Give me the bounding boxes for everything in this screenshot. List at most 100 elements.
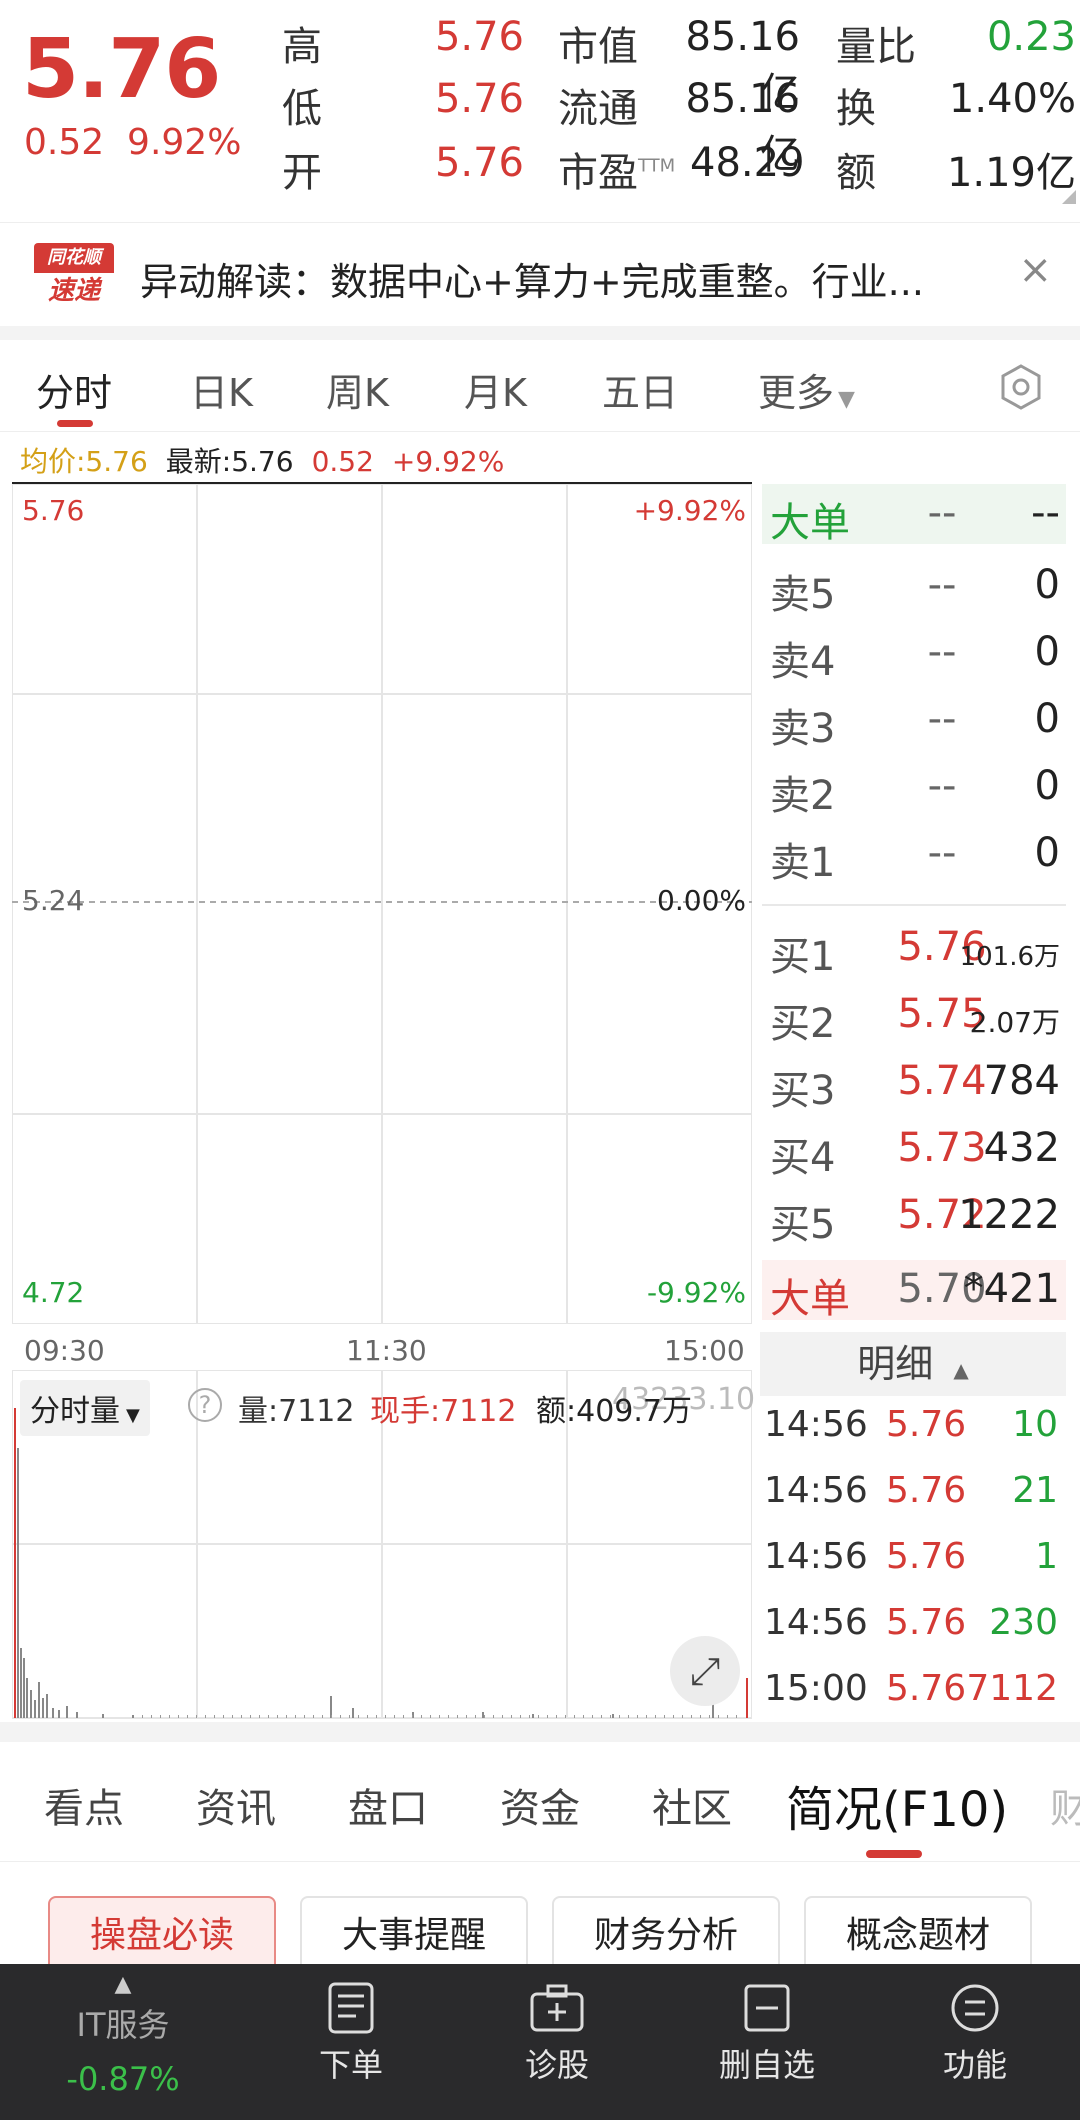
low-value: 5.76 [434,76,524,122]
axis-bottom-pct: -9.92% [646,1276,746,1309]
tab-five-day[interactable]: 五日 [602,362,678,417]
trade-detail-header[interactable]: 明细 ▲ [760,1332,1066,1396]
volume-bar [46,1694,48,1718]
volume-bar [520,1715,521,1718]
volume-bar [466,1715,467,1718]
nav-order[interactable]: 下单 [276,1982,426,2086]
pe-ttm: TTM [638,155,676,177]
expand-icon[interactable]: ⤢ [670,1636,740,1706]
volume-bar [151,1715,152,1718]
volume-bar [30,1690,32,1718]
tab-monthly-k[interactable]: 月K [464,362,527,417]
settings-icon[interactable] [996,362,1046,412]
trade-time: 14:56 [764,1602,868,1643]
volume-bar [205,1715,206,1718]
volume-bar [385,1715,386,1718]
sell-label: 卖4 [770,639,836,685]
nav-remove-watchlist[interactable]: 删自选 [692,1982,842,2086]
volume-bar [322,1715,323,1718]
tab-daily-k[interactable]: 日K [190,362,253,417]
axis-top-pct: +9.92% [633,494,746,527]
buy-row: 买2 5.75 2.07万 [762,985,1066,1047]
news-text[interactable]: 异动解读：数据中心+算力+完成重整。行业... [140,251,924,306]
tab-news[interactable]: 资讯 [196,1776,276,1834]
trade-time: 15:00 [764,1668,868,1709]
volume-bar [457,1715,458,1718]
volume-bar [403,1715,404,1718]
tab-community[interactable]: 社区 [652,1776,732,1834]
volume-bar [20,1648,22,1718]
tab-intraday[interactable]: 分时 [36,362,112,417]
help-icon[interactable]: ? [188,1388,222,1422]
trade-volume: 1 [1035,1536,1058,1577]
volume-bar [367,1715,368,1718]
volume-bar [160,1715,161,1718]
trade-row: 15:00 5.76 7112 [760,1668,1066,1728]
volume-bar [26,1678,28,1718]
time-label-close: 15:00 [664,1334,745,1367]
nav-sector[interactable]: ▲ IT服务 -0.87% [48,1974,198,2099]
tab-more[interactable]: 更多 ▼ [758,362,855,417]
volratio-label: 量比 [836,24,916,70]
nav-functions[interactable]: 功能 [900,1982,1050,2086]
buy-volume: 784 [983,1058,1060,1104]
trade-volume: 7112 [966,1668,1058,1709]
volume-bar [439,1715,440,1718]
axis-mid-pct: 0.00% [657,884,746,917]
low-label: 低 [282,86,322,132]
volume-bar [448,1715,449,1718]
pe-label: 市盈TTM [558,150,676,196]
volume-bar [511,1715,512,1718]
volratio-value: 0.23 [986,14,1076,60]
tab-handicap[interactable]: 盘口 [348,1776,428,1834]
info-change-pct: +9.92% [391,445,505,478]
sell-row: 卖2 -- 0 [762,757,1066,819]
tab-finance-partial[interactable]: 财 [1050,1776,1080,1834]
volume-bar [565,1715,566,1718]
buy-label: 买3 [770,1068,836,1114]
volume-total: 量:7112 [238,1394,355,1429]
trade-time: 14:56 [764,1470,868,1511]
volume-bar [475,1715,476,1718]
volume-bar [646,1715,647,1718]
buy-volume: 432 [983,1125,1060,1171]
tab-highlights[interactable]: 看点 [44,1776,124,1834]
change-amount: 0.52 [24,122,105,163]
nav-diagnose[interactable]: 诊股 [482,1982,632,2086]
time-label-mid: 11:30 [346,1334,427,1367]
volume-bar [619,1715,620,1718]
open-label: 开 [282,150,322,196]
news-banner[interactable]: 同花顺 速递 异动解读：数据中心+算力+完成重整。行业... × [0,222,1080,326]
volume-bar [682,1715,683,1718]
divider [0,326,1080,340]
quote-header: 5.76 0.52 9.92% 高 5.76 低 5.76 开 5.76 市值 … [0,0,1080,220]
volume-bar [277,1715,278,1718]
axis-bottom-price: 4.72 [22,1276,85,1309]
sell-volume: 0 [1034,763,1060,809]
volume-bar [358,1715,359,1718]
sell-price: -- [927,763,957,809]
trade-detail-title: 明细 [857,1342,934,1386]
chart-tabs: 分时 日K 周K 月K 五日 更多 ▼ [0,340,1080,432]
tab-funds[interactable]: 资金 [500,1776,580,1834]
volume-bar [628,1715,629,1718]
trade-price: 5.76 [886,1404,967,1445]
intraday-chart[interactable]: 5.76 +9.92% 5.24 0.00% 4.72 -9.92% [11,483,753,1325]
tab-weekly-k[interactable]: 周K [326,362,389,417]
volume-bar [14,1408,16,1718]
sell-volume: 0 [1034,696,1060,742]
tab-indicator [866,1850,922,1858]
tab-profile-f10[interactable]: 简况(F10) [786,1770,1008,1840]
sell-price: -- [927,629,957,675]
volume-bar [187,1715,188,1718]
volume-bar [23,1658,25,1718]
volume-dropdown[interactable]: 分时量 ▼ [20,1380,150,1436]
corner-marker [1062,190,1076,204]
price-change: 0.52 9.92% [24,122,241,163]
price-info-line: 均价:5.76 最新:5.76 0.52 +9.92% [20,440,522,480]
volume-bar [250,1715,251,1718]
turnover-label: 换 [836,86,876,132]
close-icon[interactable]: × [1018,247,1052,293]
chevron-up-icon: ▲ [953,1358,969,1382]
sell-label: 卖3 [770,706,836,752]
